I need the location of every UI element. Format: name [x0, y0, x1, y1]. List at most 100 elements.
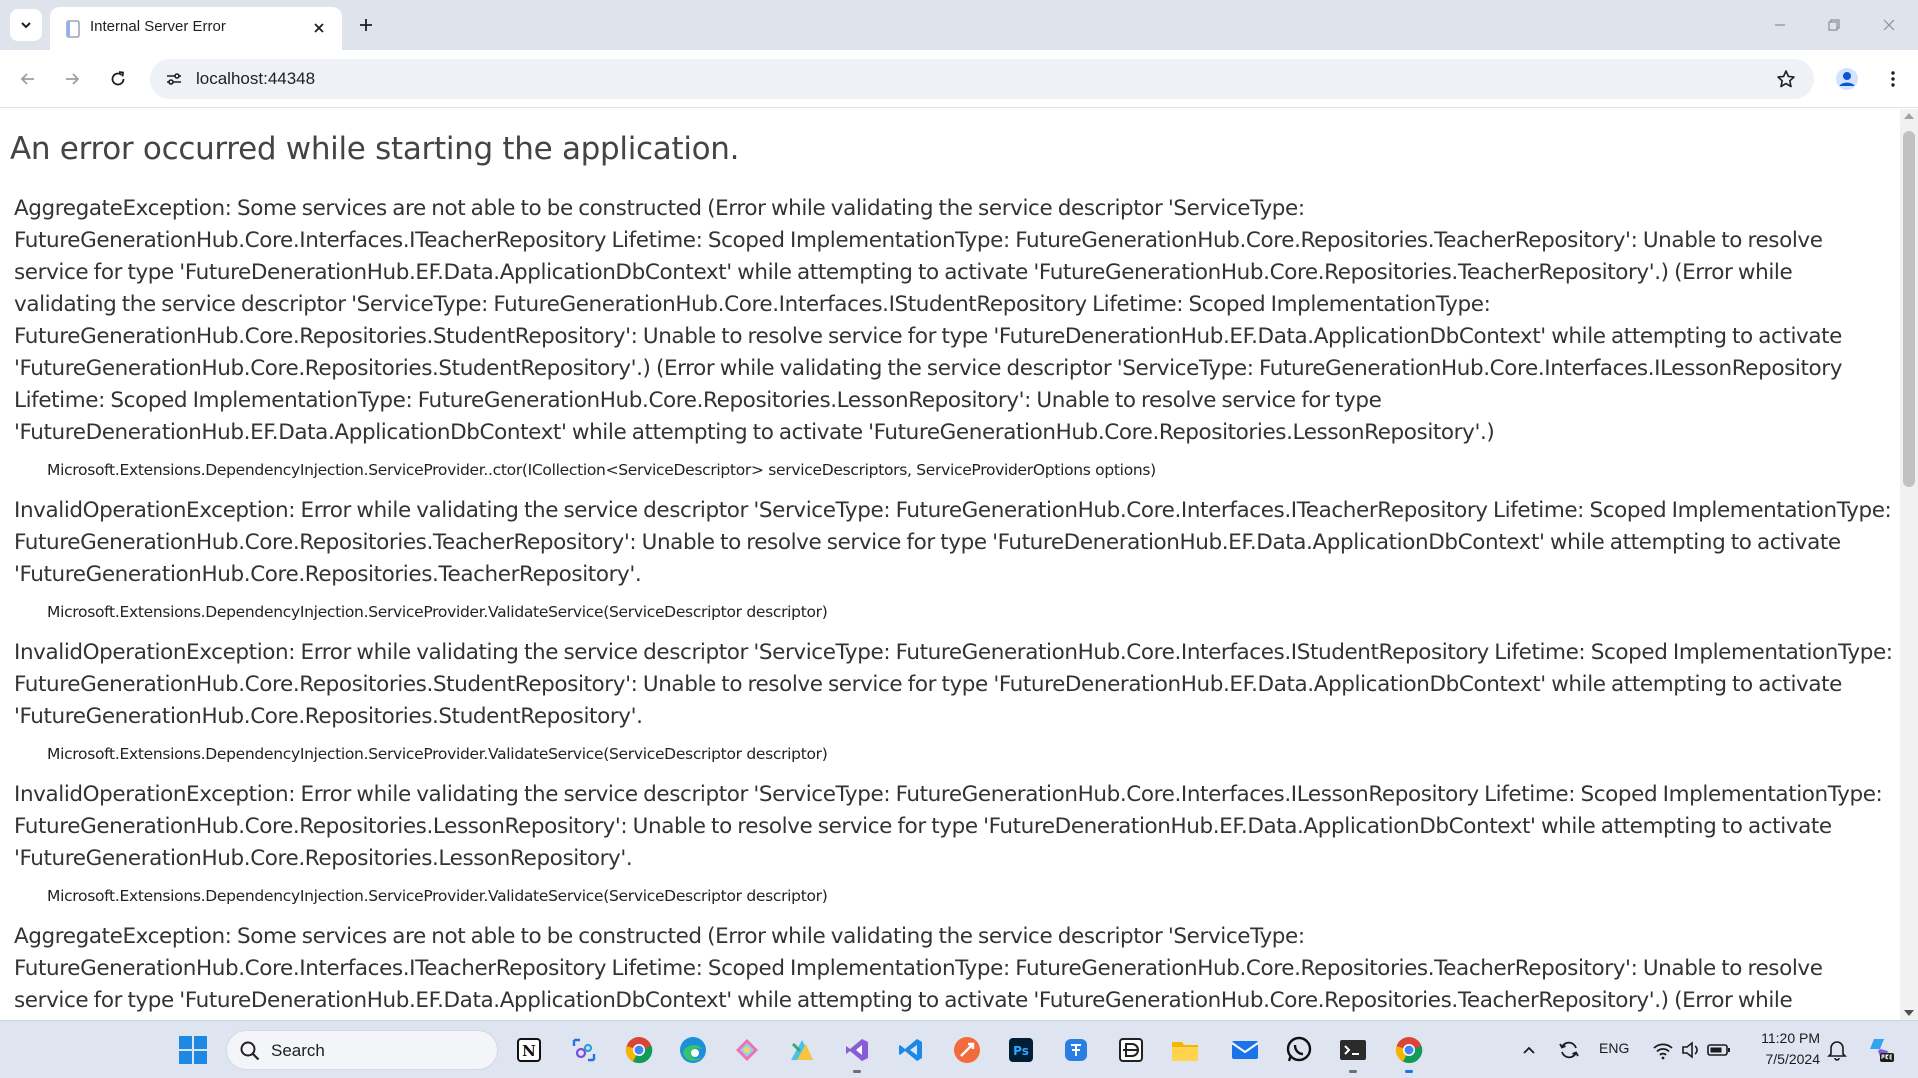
tab-title: Internal Server Error	[90, 18, 226, 35]
site-info-button[interactable]	[158, 63, 190, 95]
forward-button[interactable]	[56, 63, 88, 95]
browser-toolbar: localhost:44348	[0, 50, 1918, 108]
error-message: AggregateException: Some services are no…	[14, 924, 1823, 1013]
paint-icon	[791, 1040, 813, 1060]
chevron-down-icon	[21, 22, 31, 29]
wifi-icon	[1653, 1043, 1673, 1060]
snipping-tool-icon	[572, 1038, 596, 1062]
app-icon	[1119, 1038, 1143, 1062]
new-tab-button[interactable]	[350, 9, 382, 41]
tab-strip: Internal Server Error	[0, 0, 1918, 50]
translator-app[interactable]	[1059, 1033, 1093, 1067]
bookmark-button[interactable]	[1770, 63, 1802, 95]
chrome-icon	[625, 1037, 653, 1064]
scroll-up-arrow[interactable]	[1904, 113, 1914, 119]
page-content: An error occurred while starting the app…	[0, 109, 1900, 1020]
terminal-app[interactable]	[1336, 1033, 1370, 1073]
vscode-app[interactable]	[894, 1033, 928, 1067]
error-location: Microsoft.Extensions.DependencyInjection…	[47, 461, 1156, 479]
chrome-active-icon	[1395, 1037, 1423, 1064]
paint-app[interactable]	[785, 1033, 819, 1067]
app[interactable]	[1114, 1033, 1148, 1067]
copilot-tray-button[interactable]	[1864, 1033, 1898, 1067]
mail-app[interactable]	[1228, 1033, 1262, 1067]
tab-active[interactable]: Internal Server Error	[50, 7, 342, 50]
scroll-down-arrow[interactable]	[1904, 1010, 1914, 1016]
bell-icon	[1827, 1041, 1847, 1061]
back-button[interactable]	[12, 63, 44, 95]
file-explorer-app[interactable]	[1168, 1033, 1202, 1067]
scroll-thumb[interactable]	[1903, 131, 1915, 487]
minimize-icon	[1775, 24, 1785, 26]
mail-icon	[1231, 1041, 1259, 1059]
restore-icon	[1828, 19, 1840, 31]
close-window-button[interactable]	[1862, 0, 1916, 50]
page-scrollbar[interactable]	[1900, 109, 1918, 1020]
minimize-button[interactable]	[1753, 0, 1807, 50]
speaker-icon	[1682, 1041, 1698, 1059]
arrow-right-icon	[66, 73, 80, 85]
error-message: InvalidOperationException: Error while v…	[14, 782, 1883, 871]
postman-app[interactable]	[950, 1033, 984, 1067]
postman-icon	[954, 1037, 980, 1063]
close-icon	[1883, 19, 1895, 31]
show-hidden-icons-button[interactable]	[1512, 1033, 1546, 1067]
clock-date[interactable]: 7/5/2024	[1750, 1051, 1821, 1067]
windows-taskbar: Search N Ps ENG 11:20 PM 7/5/2024	[0, 1020, 1918, 1078]
battery-tray-button[interactable]	[1702, 1033, 1736, 1067]
reload-button[interactable]	[102, 63, 134, 95]
chrome-app[interactable]	[622, 1033, 656, 1067]
whatsapp-app[interactable]	[1282, 1033, 1316, 1067]
tune-icon	[167, 73, 181, 85]
search-label: Search	[271, 1041, 325, 1060]
notion-app[interactable]: N	[512, 1033, 546, 1067]
star-icon	[1777, 70, 1795, 88]
error-message: AggregateException: Some services are no…	[14, 196, 1843, 445]
error-message: InvalidOperationException: Error while v…	[14, 498, 1892, 587]
input-language-indicator[interactable]: ENG	[1599, 1040, 1629, 1056]
windows-start-icon[interactable]	[176, 1033, 210, 1067]
copilot-icon	[736, 1039, 758, 1061]
close-icon	[314, 23, 324, 33]
avatar-icon	[1836, 68, 1858, 90]
error-message: InvalidOperationException: Error while v…	[14, 640, 1893, 729]
error-location: Microsoft.Extensions.DependencyInjection…	[47, 603, 828, 621]
page-icon	[66, 20, 80, 38]
photoshop-app[interactable]: Ps	[1004, 1033, 1038, 1067]
chrome-active-app[interactable]	[1392, 1033, 1426, 1073]
sync-tray-button[interactable]	[1552, 1033, 1586, 1067]
restore-button[interactable]	[1807, 0, 1861, 50]
edge-app[interactable]	[676, 1033, 710, 1067]
error-block: InvalidOperationException: Error while v…	[14, 495, 1894, 623]
taskbar-search[interactable]: Search	[226, 1030, 498, 1070]
battery-icon	[1707, 1044, 1730, 1056]
notifications-button[interactable]	[1820, 1033, 1854, 1067]
error-block: AggregateException: Some services are no…	[14, 921, 1894, 1020]
page-title: An error occurred while starting the app…	[10, 131, 740, 167]
error-list: AggregateException: Some services are no…	[14, 193, 1894, 1020]
copilot-app[interactable]	[730, 1033, 764, 1067]
edge-icon	[680, 1037, 706, 1063]
snipping-tool-app[interactable]	[567, 1033, 601, 1067]
tab-search-button[interactable]	[10, 9, 42, 41]
reload-icon	[111, 71, 125, 86]
copilot-pre-icon	[1870, 1039, 1894, 1062]
file-explorer-icon	[1172, 1042, 1198, 1061]
tab-close-button[interactable]	[306, 15, 332, 41]
vscode-icon	[899, 1039, 922, 1061]
plus-icon	[360, 19, 372, 31]
address-bar[interactable]: localhost:44348	[150, 59, 1814, 99]
url-text[interactable]: localhost:44348	[196, 69, 315, 89]
visual-studio-icon	[846, 1039, 868, 1061]
error-location: Microsoft.Extensions.DependencyInjection…	[47, 745, 828, 763]
menu-button[interactable]	[1877, 63, 1909, 95]
error-block: AggregateException: Some services are no…	[14, 193, 1894, 481]
photoshop-icon: Ps	[1009, 1038, 1033, 1062]
error-block: InvalidOperationException: Error while v…	[14, 637, 1894, 765]
visual-studio-app[interactable]	[840, 1033, 874, 1073]
clock-time[interactable]: 11:20 PM	[1750, 1030, 1820, 1046]
running-indicator	[853, 1070, 861, 1073]
notion-icon: N	[517, 1038, 541, 1062]
profile-button[interactable]	[1831, 63, 1863, 95]
terminal-icon	[1340, 1040, 1366, 1060]
